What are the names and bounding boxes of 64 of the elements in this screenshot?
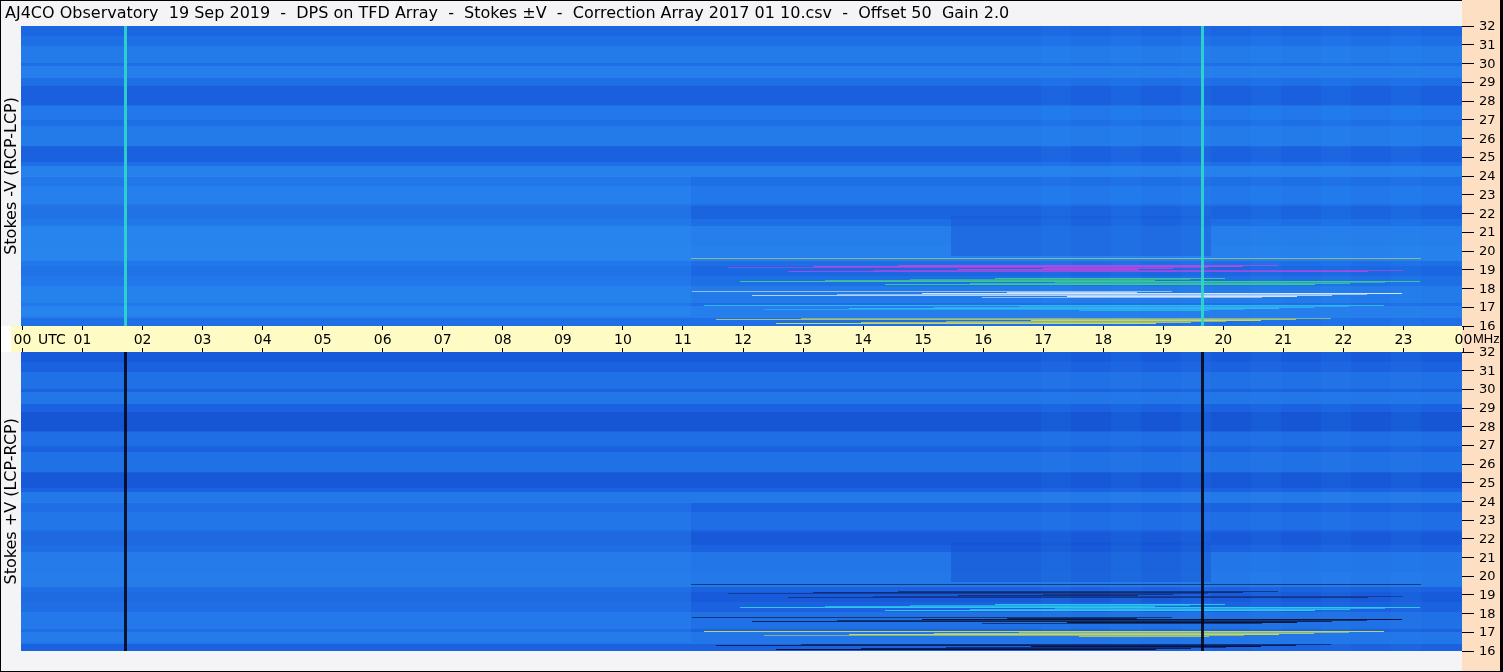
frequency-label: 31 [1479, 363, 1496, 378]
hour-label: 00 [13, 331, 32, 347]
frequency-label: 23 [1479, 513, 1496, 528]
frequency-label: 23 [1479, 187, 1496, 202]
hour-label: 18 [1094, 331, 1113, 347]
frequency-label: 26 [1479, 457, 1496, 472]
hour-label: 09 [553, 331, 572, 347]
hour-label: 16 [974, 331, 993, 347]
frequency-label: 25 [1479, 475, 1496, 490]
hour-label: 04 [253, 331, 272, 347]
frequency-label: 18 [1479, 281, 1496, 296]
unit-label: UTC [38, 331, 66, 347]
frequency-label: 32 [1479, 345, 1496, 359]
hour-label: 00 [1454, 331, 1473, 347]
hour-label: 21 [1274, 331, 1293, 347]
panel-label: Stokes -V (RCP-LCP) [0, 97, 21, 255]
frequency-label: 30 [1479, 56, 1496, 71]
hour-label: 17 [1034, 331, 1053, 347]
frequency-label: 19 [1479, 262, 1496, 277]
hour-label: 05 [313, 331, 332, 347]
hour-label: 11 [674, 331, 692, 347]
hour-label: 12 [734, 331, 752, 347]
frequency-label: 17 [1479, 300, 1496, 315]
frequency-label: 28 [1479, 419, 1496, 434]
hour-label: 15 [914, 331, 933, 347]
hour-label: 07 [433, 331, 452, 347]
hour-label: 20 [1214, 331, 1233, 347]
frequency-label: 27 [1479, 438, 1496, 453]
hour-label: 13 [794, 331, 812, 347]
hour-label: 03 [193, 331, 212, 347]
frequency-label: 20 [1479, 244, 1496, 258]
frequency-label: 22 [1479, 206, 1496, 221]
frequency-label: 27 [1479, 112, 1496, 127]
unit-label: MHz [1473, 331, 1500, 347]
frequency-label: 21 [1479, 550, 1496, 565]
hour-label: 06 [373, 331, 392, 347]
frequency-label: 21 [1479, 225, 1496, 240]
hour-label: 14 [854, 331, 872, 347]
frequency-label: 20 [1479, 569, 1496, 584]
frequency-label: 28 [1479, 94, 1496, 108]
frequency-label: 26 [1479, 131, 1496, 146]
frequency-label: 29 [1479, 75, 1496, 90]
chart-title: AJ4CO Observatory 19 Sep 2019 - DPS on TFD Array - Stokes ±V - Correction Array 2017 01 10.csv - Offset 50 Gain 2.0 [0, 0, 1462, 26]
hour-label: 19 [1154, 331, 1173, 347]
frequency-label: 25 [1479, 150, 1496, 165]
frequency-label: 24 [1479, 494, 1496, 509]
hour-label: 08 [493, 331, 512, 347]
frequency-label: 22 [1479, 531, 1496, 546]
frequency-label: 19 [1479, 587, 1496, 602]
hour-label: 02 [133, 331, 152, 347]
frequency-label: 16 [1479, 644, 1496, 658]
frequency-label: 17 [1479, 625, 1496, 640]
frequency-label: 30 [1479, 382, 1496, 397]
hour-label: 01 [73, 331, 92, 347]
hour-label: 23 [1394, 331, 1413, 347]
hour-label: 10 [614, 331, 632, 347]
frequency-label: 24 [1479, 169, 1496, 183]
hour-label: 22 [1334, 331, 1353, 347]
frequency-label: 32 [1479, 19, 1496, 33]
frequency-label: 18 [1479, 606, 1496, 621]
frequency-label: 31 [1479, 37, 1496, 52]
frequency-label: 29 [1479, 401, 1496, 416]
panel-label: Stokes +V (LCP-RCP) [0, 418, 21, 585]
frequency-label: 16 [1479, 319, 1496, 333]
